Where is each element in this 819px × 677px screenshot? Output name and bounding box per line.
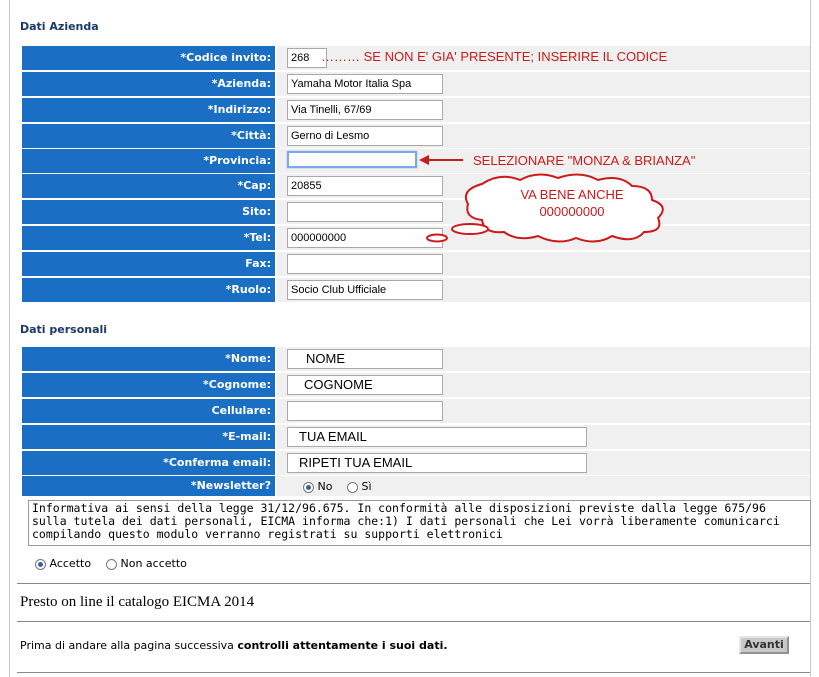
label-codice-invito: *Codice invito:	[22, 46, 275, 70]
divider-1	[17, 583, 810, 584]
row-newsletter: *Newsletter? No Sì	[22, 476, 810, 496]
page-border-left	[9, 0, 10, 677]
newsletter-no-radio[interactable]	[303, 481, 314, 493]
row-nome: *Nome: NOME	[22, 347, 810, 371]
footer-note-text: Prima di andare alla pagina successiva	[20, 639, 238, 652]
label-indirizzo: *Indirizzo:	[22, 98, 275, 122]
arrow-left-icon	[419, 155, 463, 165]
fax-input[interactable]	[287, 254, 443, 274]
row-cognome: *Cognome: COGNOME	[22, 373, 810, 397]
page-border-right	[810, 0, 811, 677]
label-newsletter: *Newsletter?	[22, 476, 275, 496]
row-codice-invito: *Codice invito: 268 ……… SE NON E' GIA' P…	[22, 46, 810, 70]
label-cap: *Cap:	[22, 174, 275, 198]
label-cellulare: Cellulare:	[22, 399, 275, 423]
label-ruolo: *Ruolo:	[22, 278, 275, 302]
privacy-accept-option[interactable]: Accetto	[35, 557, 91, 570]
row-cellulare: Cellulare:	[22, 399, 810, 423]
newsletter-yes-label: Sì	[361, 480, 372, 493]
section-title-company: Dati Azienda	[20, 20, 99, 33]
privacy-decline-label: Non accetto	[120, 557, 187, 570]
label-fax: Fax:	[22, 252, 275, 276]
cell-cognome: COGNOME	[277, 373, 810, 397]
cell-email: TUA EMAIL	[277, 425, 810, 449]
section-title-personal: Dati personali	[20, 323, 108, 336]
ruolo-input[interactable]: Socio Club Ufficiale	[287, 280, 443, 300]
newsletter-no-label: No	[317, 480, 333, 493]
label-cognome: *Cognome:	[22, 373, 275, 397]
label-provincia: *Provincia:	[22, 149, 275, 173]
bubble-text: VA BENE ANCHE 000000000	[497, 186, 647, 220]
cognome-input[interactable]: COGNOME	[287, 375, 443, 395]
row-citta: *Città: Gerno di Lesmo	[22, 124, 810, 148]
nome-input[interactable]: NOME	[287, 349, 443, 369]
cell-codice-invito: 268 ……… SE NON E' GIA' PRESENTE; INSERIR…	[277, 46, 810, 70]
citta-input[interactable]: Gerno di Lesmo	[287, 126, 443, 146]
cell-newsletter: No Sì	[277, 476, 810, 496]
cell-azienda: Yamaha Motor Italia Spa	[277, 72, 810, 96]
label-email: *E-mail:	[22, 425, 275, 449]
email-input[interactable]: TUA EMAIL	[287, 427, 587, 447]
row-fax: Fax:	[22, 252, 810, 276]
cell-nome: NOME	[277, 347, 810, 371]
label-sito: Sito:	[22, 200, 275, 224]
divider-3	[17, 672, 810, 673]
label-azienda: *Azienda:	[22, 72, 275, 96]
label-tel: *Tel:	[22, 226, 275, 250]
indirizzo-input[interactable]: Via Tinelli, 67/69	[287, 100, 443, 120]
newsletter-yes-option[interactable]: Sì	[347, 480, 372, 493]
cell-conferma-email: RIPETI TUA EMAIL	[277, 451, 810, 475]
cell-indirizzo: Via Tinelli, 67/69	[277, 98, 810, 122]
label-citta: *Città:	[22, 124, 275, 148]
conferma-email-input[interactable]: RIPETI TUA EMAIL	[287, 453, 587, 473]
newsletter-yes-radio[interactable]	[347, 481, 358, 493]
footer-note: Prima di andare alla pagina successiva c…	[20, 639, 448, 652]
row-indirizzo: *Indirizzo: Via Tinelli, 67/69	[22, 98, 810, 122]
privacy-textarea[interactable]: Informativa ai sensi della legge 31/12/9…	[28, 500, 811, 546]
label-nome: *Nome:	[22, 347, 275, 371]
divider-2	[17, 621, 810, 622]
privacy-decline-radio[interactable]	[106, 558, 117, 570]
cell-fax	[277, 252, 810, 276]
row-conferma-email: *Conferma email: RIPETI TUA EMAIL	[22, 451, 810, 475]
provincia-select[interactable]	[287, 151, 417, 168]
privacy-decline-option[interactable]: Non accetto	[106, 557, 187, 570]
row-provincia: *Provincia: SELEZIONARE "MONZA & BRIANZA…	[22, 149, 810, 173]
azienda-input[interactable]: Yamaha Motor Italia Spa	[287, 74, 443, 94]
cell-provincia: SELEZIONARE "MONZA & BRIANZA"	[277, 149, 810, 173]
catalog-notice: Presto on line il catalogo EICMA 2014	[20, 594, 255, 610]
privacy-accept-label: Accetto	[49, 557, 92, 570]
cell-citta: Gerno di Lesmo	[277, 124, 810, 148]
annotation-codice-invito: ……… SE NON E' GIA' PRESENTE; INSERIRE IL…	[321, 49, 668, 64]
next-button[interactable]: Avanti	[739, 636, 789, 654]
annotation-provincia: SELEZIONARE "MONZA & BRIANZA"	[473, 153, 696, 168]
cell-ruolo: Socio Club Ufficiale	[277, 278, 810, 302]
row-email: *E-mail: TUA EMAIL	[22, 425, 810, 449]
row-azienda: *Azienda: Yamaha Motor Italia Spa	[22, 72, 810, 96]
row-ruolo: *Ruolo: Socio Club Ufficiale	[22, 278, 810, 302]
label-conferma-email: *Conferma email:	[22, 451, 275, 475]
bubble-line-2: 000000000	[539, 204, 605, 219]
cell-cellulare	[277, 399, 810, 423]
cellulare-input[interactable]	[287, 401, 443, 421]
privacy-accept-radio[interactable]	[35, 558, 46, 570]
footer-note-bold: controlli attentamente i suoi dati.	[237, 639, 448, 652]
newsletter-no-option[interactable]: No	[303, 480, 332, 493]
bubble-line-1: VA BENE ANCHE	[520, 187, 624, 202]
